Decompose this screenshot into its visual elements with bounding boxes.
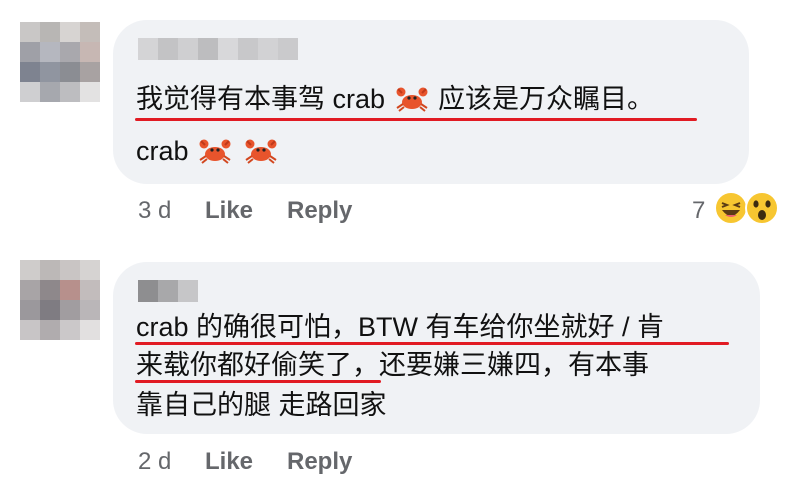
comment-text-line: 靠自己的腿 走路回家 — [136, 390, 387, 420]
comment-timestamp[interactable]: 3 d — [138, 197, 171, 225]
avatar[interactable] — [20, 260, 100, 340]
commenter-name-blurred[interactable] — [138, 38, 298, 60]
highlight-underline — [135, 380, 381, 383]
reaction-count[interactable]: 7 — [692, 197, 705, 225]
comment-text: 我觉得有本事驾 crab — [136, 84, 386, 114]
comment-text-line: crab 的确很可怕，BTW 有车给你坐就好 / 肯 — [136, 312, 665, 342]
like-button[interactable]: Like — [205, 197, 253, 225]
reply-button[interactable]: Reply — [287, 197, 352, 225]
reply-button[interactable]: Reply — [287, 448, 352, 476]
comment-timestamp[interactable]: 2 d — [138, 448, 171, 476]
wow-emoji-icon[interactable] — [744, 190, 780, 226]
crab-emoji-icon — [198, 135, 232, 165]
comment-text-line: crab — [136, 134, 280, 168]
comment-text: crab — [136, 136, 189, 166]
highlight-underline — [135, 342, 729, 345]
crab-emoji-icon — [395, 83, 429, 113]
comment-text-line: 来载你都好偷笑了，还要嫌三嫌四，有本事 — [136, 350, 649, 380]
comment-text-line: 我觉得有本事驾 crab 应该是万众瞩目。 — [136, 82, 654, 116]
comment-text: 应该是万众瞩目。 — [438, 84, 655, 114]
commenter-name-blurred[interactable] — [138, 280, 198, 302]
like-button[interactable]: Like — [205, 448, 253, 476]
highlight-underline — [135, 118, 697, 121]
crab-emoji-icon — [244, 135, 278, 165]
avatar[interactable] — [20, 22, 100, 102]
